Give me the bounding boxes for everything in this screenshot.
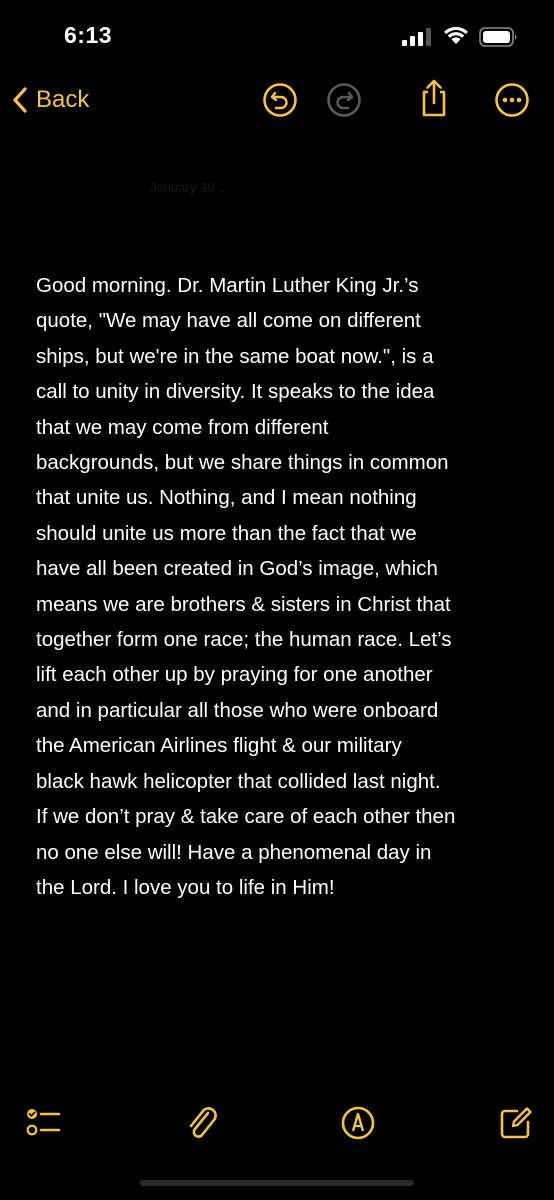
- more-icon: [495, 83, 529, 117]
- compose-button[interactable]: [496, 1103, 536, 1143]
- back-label: Back: [36, 86, 90, 113]
- share-icon: [422, 79, 446, 117]
- redo-icon: [327, 83, 361, 117]
- attach-button[interactable]: [182, 1103, 222, 1143]
- paperclip-icon: [189, 1107, 217, 1138]
- markup-button[interactable]: [338, 1103, 378, 1143]
- cellular-signal-icon: [402, 28, 431, 46]
- bottom-toolbar: [0, 1095, 554, 1155]
- wifi-icon: [444, 26, 468, 44]
- checklist-icon: [26, 1109, 61, 1136]
- note-title-faint: January 30 ...: [150, 180, 229, 195]
- more-button[interactable]: [494, 82, 530, 118]
- checklist-button[interactable]: [24, 1103, 64, 1143]
- navigation-bar: Back January 30 ...: [0, 72, 554, 195]
- undo-button[interactable]: [262, 82, 298, 118]
- undo-icon: [263, 83, 297, 117]
- markup-icon: [341, 1106, 375, 1140]
- note-body-text[interactable]: Good morning. Dr. Martin Luther King Jr.…: [36, 268, 526, 905]
- home-indicator: [140, 1180, 414, 1186]
- share-button[interactable]: [416, 78, 452, 117]
- compose-icon: [500, 1107, 532, 1139]
- redo-button[interactable]: [326, 82, 362, 118]
- chevron-left-icon: [13, 87, 27, 113]
- status-time: 6:13: [64, 22, 113, 48]
- battery-icon: [479, 27, 517, 47]
- status-bar: 6:13: [0, 0, 554, 70]
- back-button[interactable]: Back: [10, 80, 89, 120]
